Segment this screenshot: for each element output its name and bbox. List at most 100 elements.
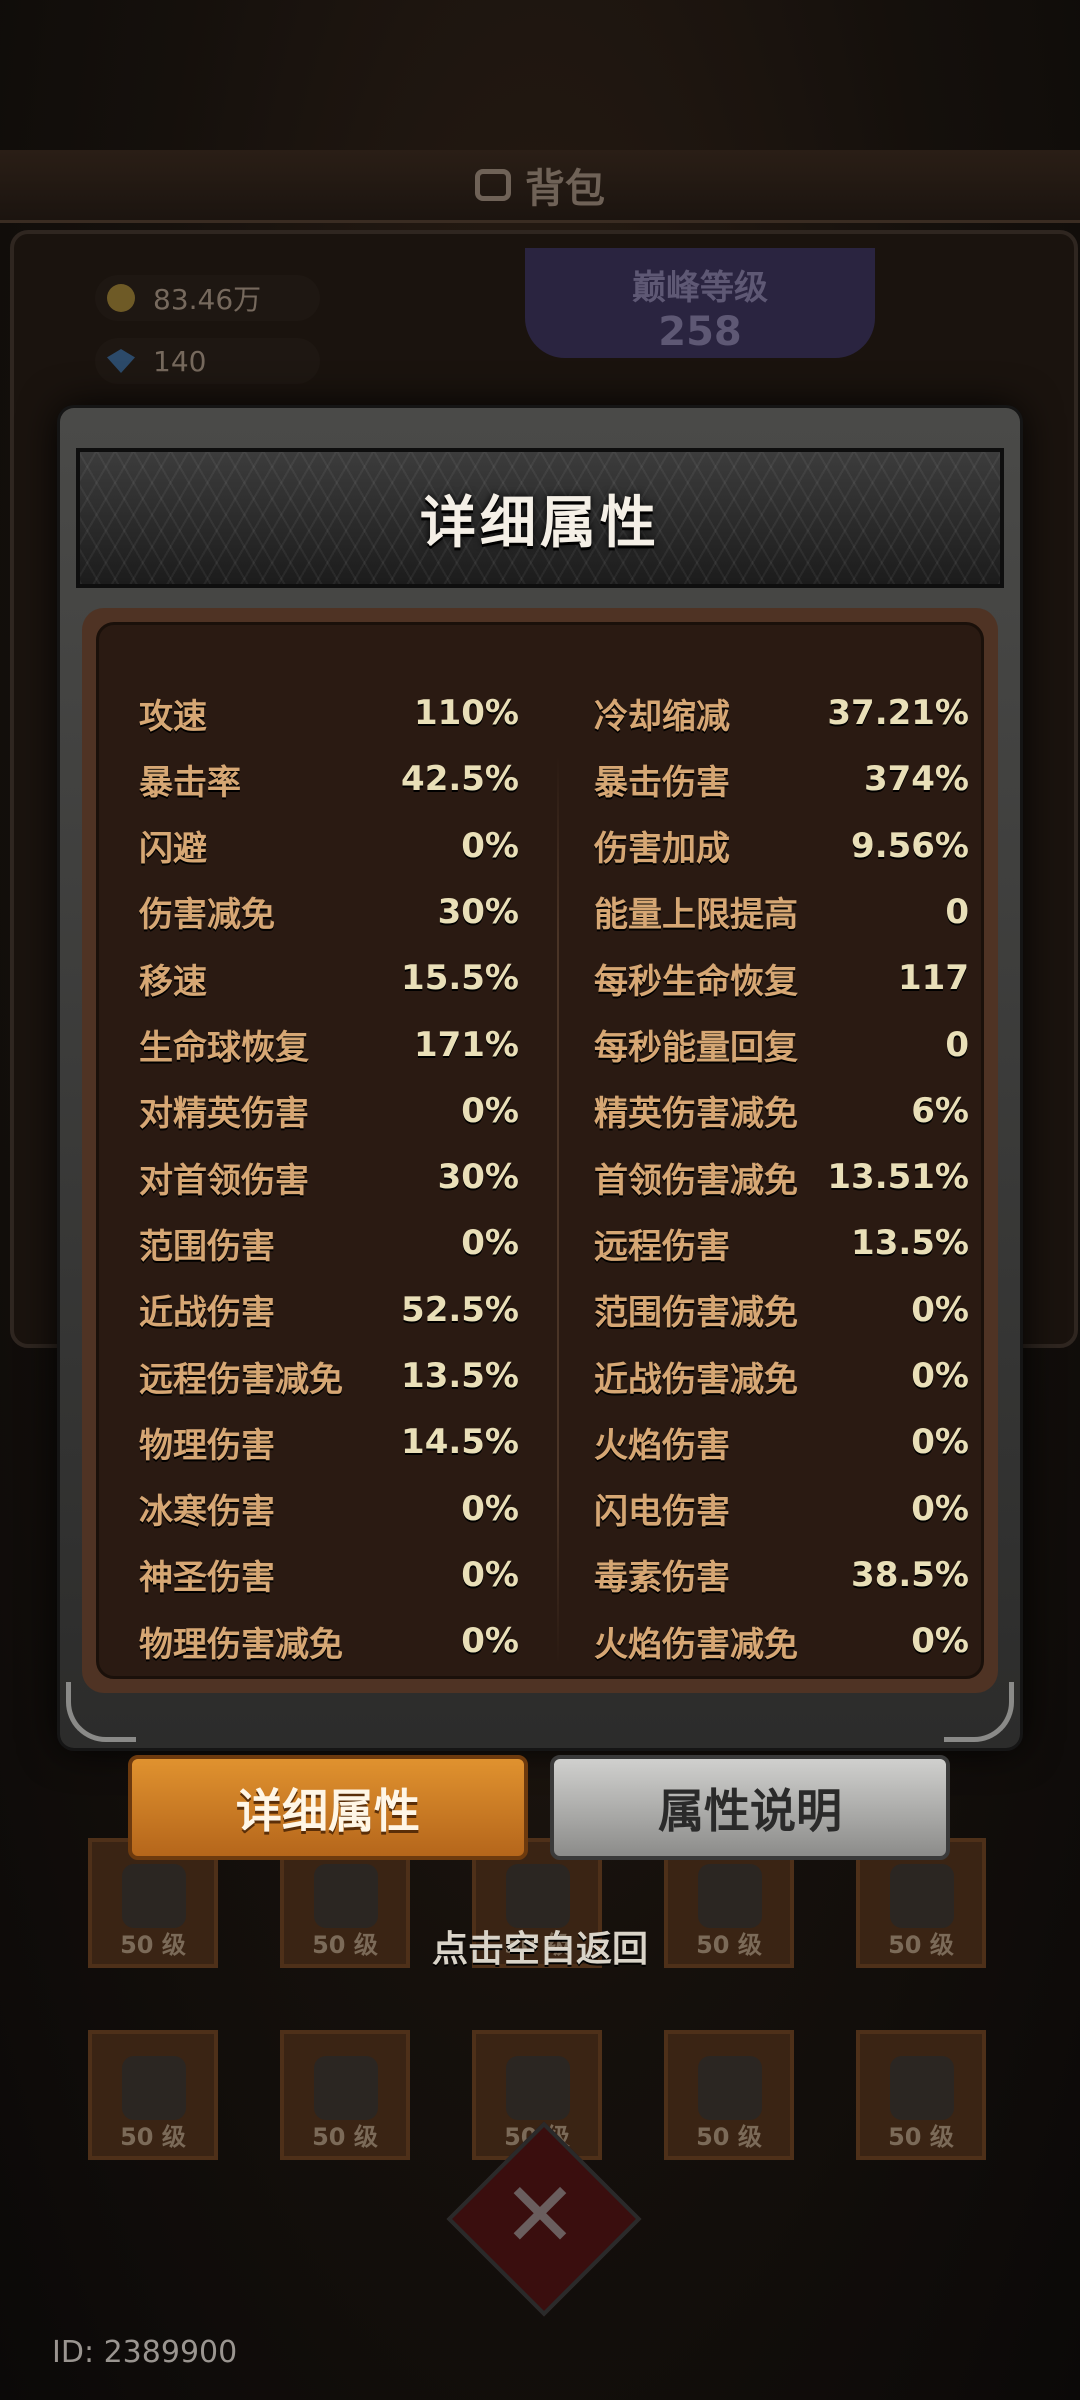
column-divider [557, 755, 559, 1665]
left-stat-row: 对首领伤害 30% [139, 1144, 519, 1210]
necklace-icon [698, 2056, 762, 2120]
equipment-slot[interactable]: 50 级 [856, 2030, 986, 2160]
stat-value: 0% [461, 1223, 519, 1264]
helm-icon [506, 2056, 570, 2120]
left-stat-row: 对精英伤害 0% [139, 1078, 519, 1144]
stat-value: 15.5% [401, 958, 519, 999]
stat-name: 首领伤害减免 [594, 1160, 798, 1201]
stat-value: 9.56% [851, 825, 969, 866]
stat-name: 移速 [139, 961, 207, 1002]
left-stat-row: 生命球恢复 171% [139, 1012, 519, 1078]
stat-name: 远程伤害减免 [139, 1359, 343, 1400]
stat-value: 0 [945, 1024, 969, 1065]
right-stat-row: 首领伤害减免 13.51% [594, 1144, 969, 1210]
coin-icon [107, 284, 135, 312]
stat-name: 每秒生命恢复 [594, 961, 798, 1002]
left-stat-row: 物理伤害 14.5% [139, 1409, 519, 1475]
gold-amount: 83.46万 [153, 283, 262, 316]
crab-icon [890, 2056, 954, 2120]
slot-level: 50 级 [120, 2123, 186, 2151]
armor-icon [314, 1864, 378, 1928]
stat-value: 0% [461, 825, 519, 866]
stat-name: 生命球恢复 [139, 1028, 309, 1068]
stat-name: 范围伤害减免 [594, 1293, 798, 1334]
stat-name: 冷却缩减 [594, 696, 730, 737]
modal-body: 攻速 110% 暴击率 42.5% 闪避 0% 伤害减免 30% 移速 15.5% 生命球恢复 171… [82, 608, 998, 1693]
helmet-icon [506, 1864, 570, 1928]
stat-value: 13.5% [401, 1356, 519, 1396]
stat-name: 火焰伤害 [594, 1425, 730, 1466]
stat-name: 物理伤害减免 [139, 1624, 343, 1665]
stat-value: 38.5% [851, 1554, 969, 1595]
right-stat-row: 精英伤害减免 6% [594, 1078, 969, 1144]
right-stat-row: 火焰伤害减免 0% [594, 1608, 969, 1674]
right-stat-row: 闪电伤害 0% [594, 1476, 969, 1542]
equipment-slot[interactable]: 50 级 [664, 2030, 794, 2160]
stat-name: 对精英伤害 [139, 1094, 309, 1135]
right-stat-row: 近战伤害减免 0% [594, 1343, 969, 1409]
stat-name: 每秒能量回复 [594, 1028, 798, 1068]
stat-value: 0% [911, 1488, 969, 1529]
stat-name: 毒素伤害 [594, 1558, 730, 1599]
left-stat-row: 移速 15.5% [139, 945, 519, 1011]
gem-icon [107, 349, 135, 373]
stat-name: 近战伤害 [139, 1293, 275, 1334]
peak-level-badge: 巅峰等级 258 [525, 248, 875, 358]
equipment-slot[interactable]: 50 级 [88, 2030, 218, 2160]
right-stat-row: 暴击伤害 374% [594, 746, 969, 812]
equipment-slot[interactable]: 50 级 [280, 2030, 410, 2160]
stat-name: 物理伤害 [139, 1425, 275, 1466]
left-stat-row: 神圣伤害 0% [139, 1542, 519, 1608]
tab-detail-attributes[interactable]: 详细属性 [128, 1755, 528, 1860]
stat-value: 171% [413, 1024, 519, 1065]
boots-icon [122, 2056, 186, 2120]
right-stat-row: 毒素伤害 38.5% [594, 1542, 969, 1608]
stat-value: 30% [437, 891, 519, 932]
stat-value: 6% [911, 1090, 969, 1131]
bag-title-label: 背包 [525, 166, 605, 212]
stat-value: 13.5% [851, 1223, 969, 1264]
right-stat-row: 远程伤害 13.5% [594, 1210, 969, 1276]
detail-attributes-modal: 详细属性 攻速 110% 暴击率 42.5% 闪避 0% 伤害减免 30% 移速 15.5% 生命球… [60, 408, 1020, 1748]
stat-value: 37.21% [827, 693, 969, 733]
stat-name: 近战伤害减免 [594, 1359, 798, 1400]
stat-name: 暴击伤害 [594, 762, 730, 803]
right-stat-row: 冷却缩减 37.21% [594, 680, 969, 746]
cloak-icon [698, 1864, 762, 1928]
bag-title: 背包 [360, 150, 720, 220]
stat-value: 52.5% [401, 1289, 519, 1330]
stat-value: 374% [863, 759, 969, 800]
stat-name: 闪避 [139, 829, 207, 870]
stat-value: 0% [911, 1356, 969, 1396]
player-id: ID: 2389900 [52, 2335, 238, 2370]
peak-level-label: 巅峰等级 [632, 268, 768, 308]
boots-icon [314, 2056, 378, 2120]
stat-name: 攻速 [139, 696, 207, 737]
left-stat-row: 范围伤害 0% [139, 1210, 519, 1276]
stat-name: 范围伤害 [139, 1226, 275, 1267]
stat-name: 暴击率 [139, 762, 241, 803]
right-stat-row: 每秒生命恢复 117 [594, 945, 969, 1011]
stat-value: 0% [461, 1554, 519, 1595]
stat-value: 117 [898, 958, 969, 999]
stat-value: 0% [461, 1090, 519, 1131]
left-stat-row: 伤害减免 30% [139, 879, 519, 945]
return-hint: 点击空白返回 [431, 1929, 648, 1970]
slot-level: 50 级 [696, 2123, 762, 2151]
gem-amount: 140 [153, 344, 207, 378]
peak-level-value: 258 [658, 309, 742, 355]
stat-name: 火焰伤害减免 [594, 1624, 798, 1665]
stat-value: 30% [437, 1157, 519, 1198]
tab-attribute-explanation[interactable]: 属性说明 [550, 1755, 950, 1860]
left-stat-row: 物理伤害减免 0% [139, 1608, 519, 1674]
gold-currency: 83.46万 [95, 275, 320, 321]
modal-titlebar: 详细属性 [76, 448, 1004, 588]
stats-panel: 攻速 110% 暴击率 42.5% 闪避 0% 伤害减免 30% 移速 15.5% 生命球恢复 171… [96, 622, 984, 1679]
stat-name: 冰寒伤害 [139, 1492, 275, 1533]
stat-name: 能量上限提高 [594, 895, 798, 936]
stat-value: 110% [413, 693, 519, 733]
stat-name: 神圣伤害 [139, 1558, 275, 1599]
right-stat-row: 伤害加成 9.56% [594, 813, 969, 879]
hat-icon [890, 1864, 954, 1928]
right-stat-row: 每秒能量回复 0 [594, 1012, 969, 1078]
